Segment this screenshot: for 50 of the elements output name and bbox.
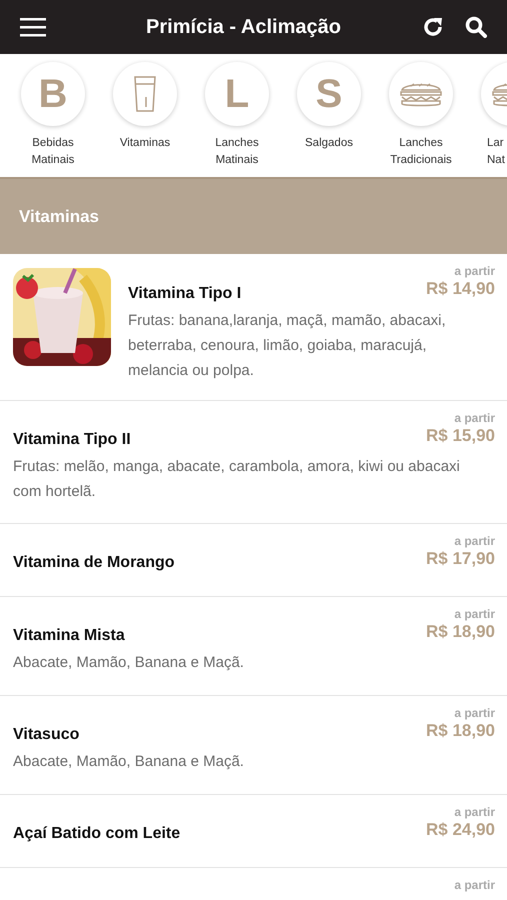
search-icon[interactable] [465,16,487,38]
price-note: a partir [454,805,495,819]
item-description: Frutas: melão, manga, abacate, carambola, amora, kiwi ou abacaxi com hortelã. [13,457,461,502]
menu-icon[interactable] [20,17,46,37]
category-label: Vitaminas [120,136,170,151]
item-name: Vitamina de Morango [13,553,175,573]
category-item[interactable]: Vitaminas [99,62,191,177]
category-letter: L [224,74,250,114]
category-item[interactable]: B Bebidas Matinais [7,62,99,177]
item-description: Abacate, Mamão, Banana e Maçã. [13,752,245,772]
menu-item[interactable]: Vitamina Mista Abacate, Mamão, Banana e Maçã. a partir R$ 18,90 [0,597,507,696]
item-name: Vitamina Tipo I [128,284,242,304]
item-name: Açaí Batido com Leite [13,824,180,844]
item-price: R$ 18,90 [426,621,495,643]
category-item[interactable]: S Salgados [283,62,375,177]
menu-item[interactable]: Vitasuco Abacate, Mamão, Banana e Maçã. a partir R$ 18,90 [0,696,507,795]
category-letter: S [316,74,342,114]
item-price: R$ 14,90 [426,278,495,300]
section-title: Vitaminas [19,206,100,228]
category-letter: B [38,74,68,114]
category-label: Lanches Matinais [215,136,259,168]
item-name: Vitamina Tipo II [13,430,131,450]
menu-item[interactable]: Açaí Batido com Leite a partir R$ 24,90 [0,795,507,868]
price-note: a partir [454,411,495,425]
item-price: R$ 18,90 [426,720,495,742]
price-note: a partir [454,878,495,892]
price-note: a partir [454,534,495,548]
category-label: Bebidas Matinais [32,136,74,168]
menu-item[interactable]: Vitamina Tipo II Frutas: melão, manga, abacate, carambola, amora, kiwi ou abacaxi com hortelã. a partir R$ 15,90 [0,401,507,524]
category-label: Salgados [305,136,353,151]
category-item[interactable]: Lanches Tradicionais [375,62,467,177]
menu-item[interactable]: Vitamina de Morango a partir R$ 17,90 [0,524,507,597]
item-price: R$ 15,90 [426,425,495,447]
item-description: Frutas: banana,laranja, maçã, mamão, abacaxi, beterraba, cenoura, limão, goiaba, maracujá, melancia ou polpa. [128,311,447,381]
item-price: R$ 17,90 [426,548,495,570]
price-note: a partir [454,607,495,621]
menu-item[interactable]: Vitamina Tipo I Frutas: banana,laranja, maçã, mamão, abacaxi, beterraba, cenoura, limão, goiaba, maracujá, melancia ou polpa. a partir R$ 14,90 [0,254,507,401]
item-price: R$ 24,90 [426,819,495,841]
category-item[interactable]: L Lanches Matinais [191,62,283,177]
category-item[interactable]: Lar Nat [467,62,507,177]
price-note: a partir [454,706,495,720]
category-label: Lanches Tradicionais [390,136,452,168]
category-label: Lar Nat [487,136,505,168]
glass-icon [133,75,157,113]
item-name: Vitamina Mista [13,626,125,646]
item-name: Vitasuco [13,725,80,745]
refresh-icon[interactable] [421,15,445,39]
app-title: Primícia - Aclimação [145,15,341,40]
price-note: a partir [454,264,495,278]
item-description: Abacate, Mamão, Banana e Maçã. [13,653,245,673]
